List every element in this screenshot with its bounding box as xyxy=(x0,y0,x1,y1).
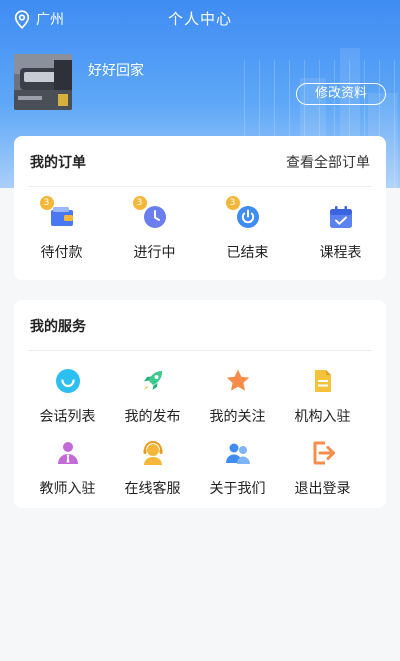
star-icon xyxy=(226,369,249,391)
service-teacher-join[interactable]: 教师入驻 xyxy=(21,438,114,498)
service-my-posts-label: 我的发布 xyxy=(124,409,181,425)
edit-profile-button[interactable]: 修改资料 xyxy=(296,83,386,105)
service-institution-join[interactable]: 机构入驻 xyxy=(276,366,369,426)
orders-card-header: 我的订单 查看全部订单 xyxy=(30,152,370,174)
order-badge: 3 xyxy=(39,196,54,210)
order-badge: 3 xyxy=(132,196,147,210)
service-about-us-label: 关于我们 xyxy=(209,481,266,497)
order-timetable[interactable]: 课程表 xyxy=(294,202,387,262)
service-about-us[interactable]: 关于我们 xyxy=(191,438,284,498)
service-logout[interactable]: 退出登录 xyxy=(276,438,369,498)
teacher-icon xyxy=(57,442,78,464)
logout-icon xyxy=(313,441,335,465)
top-bar: 广州 个人中心 xyxy=(0,0,400,38)
services-card: 我的服务 会话列表 我的发布 我的关注 机构入驻 教师入驻 在线客服 关于我们 … xyxy=(14,300,386,508)
orders-title: 我的订单 xyxy=(30,155,86,171)
calendar-icon xyxy=(329,206,352,228)
order-finished-label: 已结束 xyxy=(226,245,269,261)
document-icon xyxy=(314,370,331,392)
order-timetable-label: 课程表 xyxy=(319,245,362,261)
order-pending-payment[interactable]: 3 待付款 xyxy=(15,196,108,262)
service-online-support-label: 在线客服 xyxy=(124,481,181,497)
chat-icon xyxy=(55,369,80,393)
divider xyxy=(28,186,372,187)
service-chat-list[interactable]: 会话列表 xyxy=(21,366,114,426)
service-my-follows-label: 我的关注 xyxy=(209,409,266,425)
services-title: 我的服务 xyxy=(30,319,86,335)
service-my-follows[interactable]: 我的关注 xyxy=(191,366,284,426)
users-icon xyxy=(225,443,250,464)
view-all-orders-link[interactable]: 查看全部订单 xyxy=(286,152,370,172)
services-card-header: 我的服务 xyxy=(30,316,370,338)
service-teacher-join-label: 教师入驻 xyxy=(39,481,96,497)
order-in-progress-label: 进行中 xyxy=(133,245,176,261)
order-in-progress[interactable]: 3 进行中 xyxy=(108,196,201,262)
avatar-image xyxy=(14,54,72,110)
service-my-posts[interactable]: 我的发布 xyxy=(106,366,199,426)
rocket-icon xyxy=(143,371,162,391)
order-badge: 3 xyxy=(225,196,240,210)
divider xyxy=(28,350,372,351)
service-institution-join-label: 机构入驻 xyxy=(294,409,351,425)
headset-icon xyxy=(143,441,162,465)
service-logout-label: 退出登录 xyxy=(294,481,351,497)
page-title: 个人中心 xyxy=(167,10,232,28)
username: 好好回家 xyxy=(88,63,144,79)
service-online-support[interactable]: 在线客服 xyxy=(106,438,199,498)
service-chat-list-label: 会话列表 xyxy=(39,409,96,425)
orders-card: 我的订单 查看全部订单 3 待付款 3 进行中 3 已结束 课程表 xyxy=(14,136,386,280)
order-pending-payment-label: 待付款 xyxy=(40,245,83,261)
avatar[interactable] xyxy=(14,54,72,110)
order-finished[interactable]: 3 已结束 xyxy=(201,196,294,262)
